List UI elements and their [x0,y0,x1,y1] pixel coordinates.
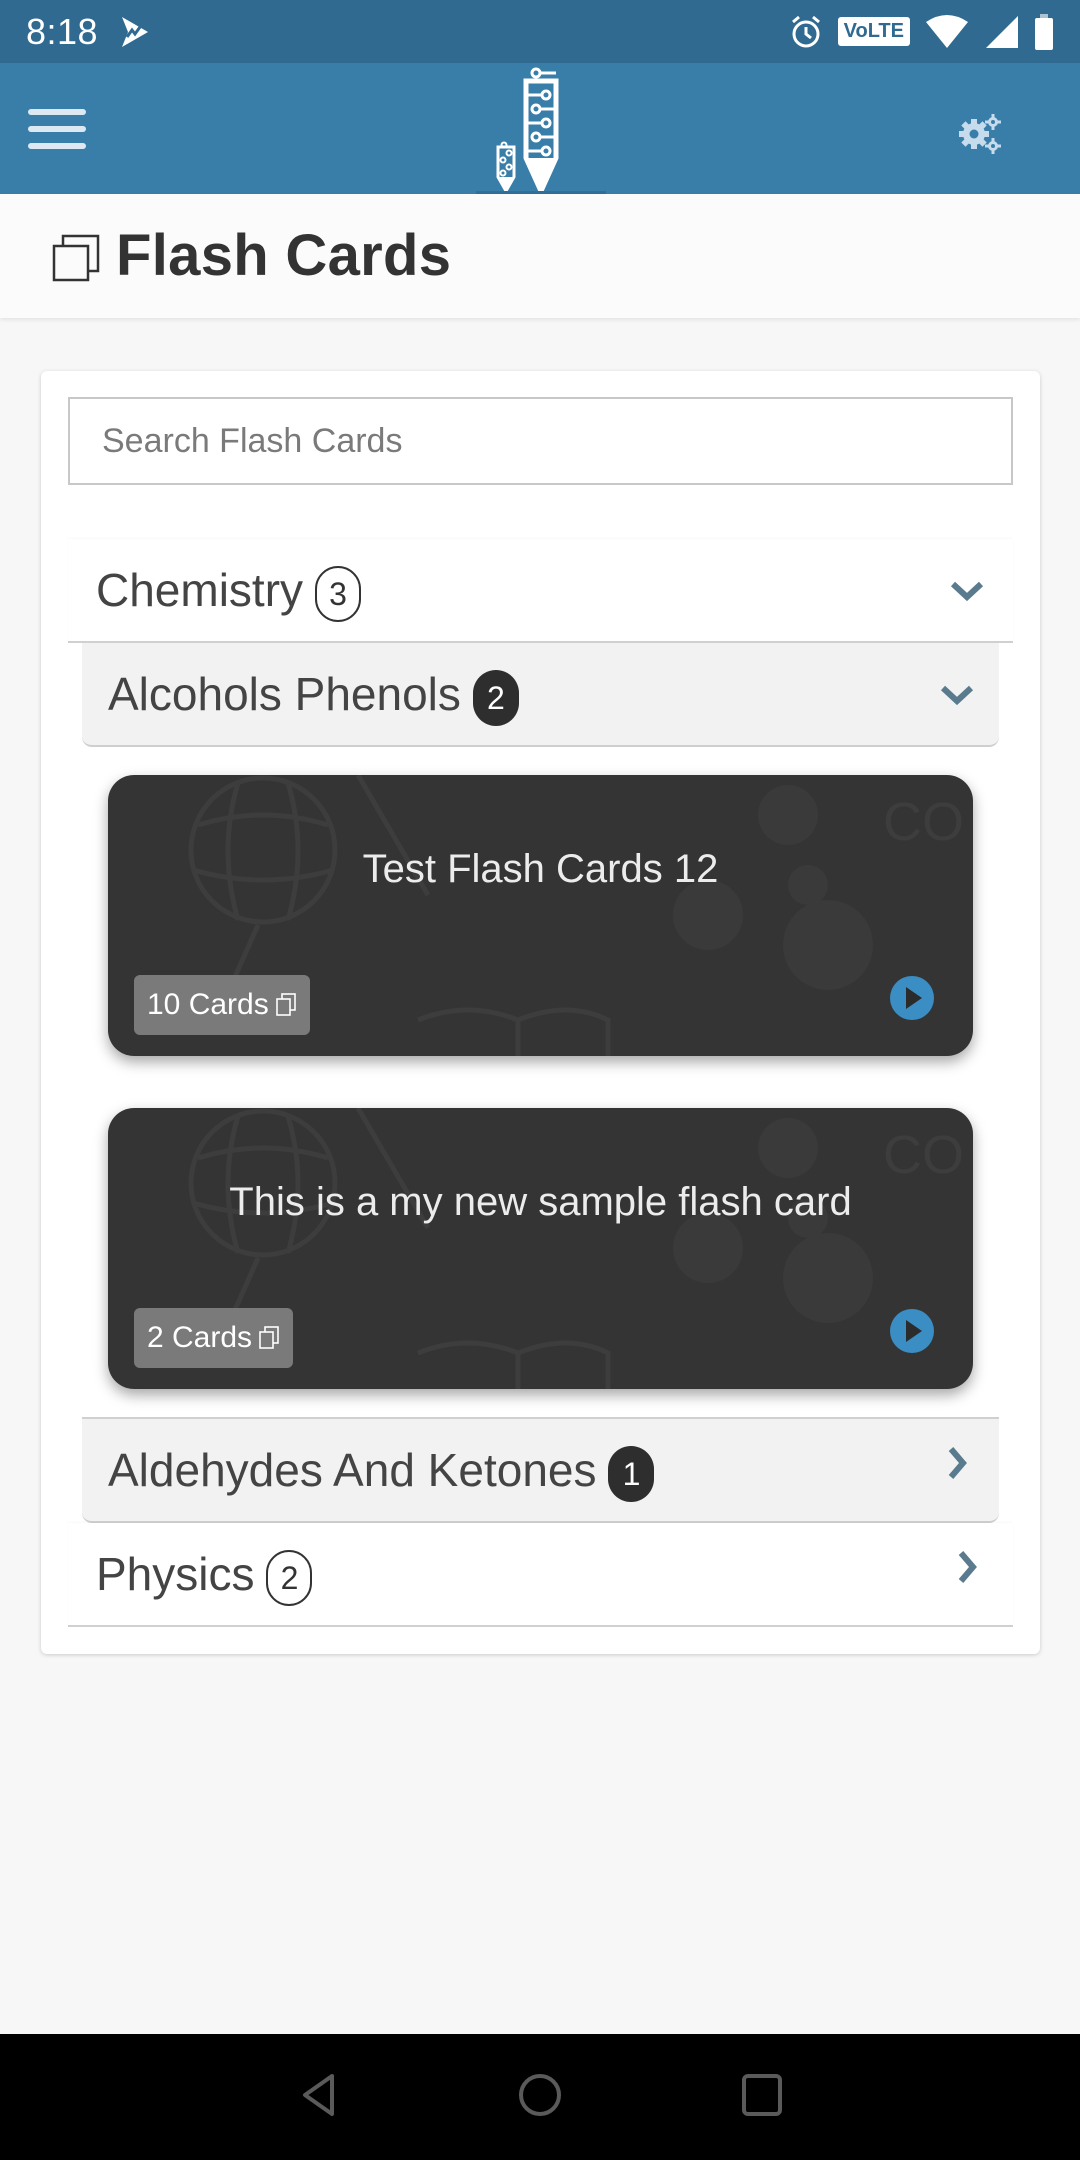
circuit-pencils-logo [496,67,559,194]
recents-icon[interactable] [737,2070,787,2120]
flash-card-deck[interactable]: CO This is a my new sample flash card 2 … [108,1108,973,1389]
decks-list: CO Test Flash Cards 12 10 Cards CO This … [68,747,1013,1417]
hamburger-menu-icon[interactable] [28,109,88,149]
deck-title: Test Flash Cards 12 [362,847,719,891]
subject-count-badge: 2 [266,1550,313,1606]
alarm-icon [791,15,820,47]
subject-label: Physics [96,1548,255,1600]
copy-cards-icon [259,1326,279,1349]
subject-chemistry-header[interactable]: Chemistry 3 [68,539,1013,643]
deck-title: This is a my new sample flash card [229,1180,852,1224]
volte-icon: VoLTE [837,17,910,46]
status-time: 8:18 [26,10,99,52]
battery-icon [1035,13,1053,50]
subject-label: Chemistry [96,564,304,616]
flash-cards-panel: Chemistry 3 Alcohols Phenols 2 [41,371,1040,1654]
status-bar: 8:18 VoLTE [0,0,1080,63]
wifi-icon [926,14,968,48]
chapter-count-badge: 2 [472,670,519,726]
card-count-chip: 2 Cards [134,1308,294,1368]
subjects-accordion: Chemistry 3 Alcohols Phenols 2 CO Test F… [68,539,1013,1627]
flash-card-deck[interactable]: CO Test Flash Cards 12 10 Cards [108,775,973,1056]
svg-text:CO: CO [883,1125,964,1185]
chevron-right-icon[interactable] [947,1547,987,1587]
play-icon[interactable] [889,1308,935,1354]
back-icon[interactable] [295,2070,345,2120]
subject-physics-header[interactable]: Physics 2 [68,1523,1013,1627]
chapter-label: Aldehydes And Ketones [108,1444,597,1496]
system-nav-bar [0,2034,1080,2160]
chapter-label: Alcohols Phenols [108,668,461,720]
page-title: Flash Cards [116,223,452,288]
gears-icon[interactable] [956,109,1006,159]
chevron-down-icon[interactable] [947,571,987,611]
card-count-label: 10 Cards [147,988,269,1021]
page-header: Flash Cards [0,194,1080,318]
search-input[interactable] [68,397,1013,485]
home-icon[interactable] [515,2070,565,2120]
chevron-down-icon[interactable] [937,675,977,715]
card-count-chip: 10 Cards [134,975,310,1035]
chapter-count-badge: 1 [608,1446,655,1502]
play-icon[interactable] [889,975,935,1021]
signal-icon [986,15,1018,48]
app-notification-icon [122,16,149,47]
card-count-label: 2 Cards [147,1321,253,1354]
copy-cards-icon [52,234,100,282]
svg-text:CO: CO [883,792,964,852]
chapter-alcohols-phenols-header[interactable]: Alcohols Phenols 2 [82,643,999,747]
subject-count-badge: 3 [315,566,362,622]
app-bar [0,63,1080,194]
chevron-right-icon[interactable] [937,1443,977,1483]
copy-cards-icon [275,993,296,1016]
chapter-aldehydes-ketones-header[interactable]: Aldehydes And Ketones 1 [82,1419,999,1523]
